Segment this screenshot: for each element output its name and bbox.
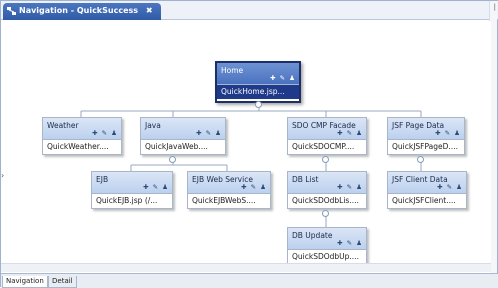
node-action-icons[interactable]: ✚ ✎ ♟: [337, 239, 363, 247]
node-action-icons[interactable]: ✚ ✎ ♟: [337, 183, 363, 191]
nav-node-weather[interactable]: Weather ✚ ✎ ♟ QuickWeather....: [42, 117, 122, 155]
node-page: QuickJSFPageD....: [392, 142, 458, 151]
nav-node-sdo-cmp-facade[interactable]: SDO CMP Facade ✚ ✎ ♟ QuickSDOCMP....: [287, 117, 367, 155]
node-page: QuickSDOCMP....: [292, 142, 355, 151]
node-name: DB Update: [292, 231, 333, 240]
nav-node-db-list[interactable]: DB List ✚ ✎ ♟ QuickSDOdbLis....: [287, 171, 367, 209]
node-action-icons[interactable]: ✚ ✎ ♟: [437, 183, 463, 191]
node-name: EJB: [96, 175, 109, 184]
node-header: Home ✚ ✎ ♟: [217, 63, 299, 85]
node-action-icons[interactable]: ✚ ✎ ♟: [270, 74, 296, 82]
nav-node-ejb[interactable]: EJB ✚ ✎ ♟ QuickEJB.jsp (/...: [91, 171, 173, 209]
close-icon[interactable]: ✖: [146, 6, 153, 15]
node-action-icons[interactable]: ✚ ✎ ♟: [196, 129, 222, 137]
node-header: EJB ✚ ✎ ♟: [92, 172, 172, 194]
node-header: JSF Page Data ✚ ✎ ♟: [388, 118, 464, 140]
editor-tab-label: Navigation - QuickSuccess: [19, 6, 139, 15]
node-name: Weather: [47, 121, 79, 130]
editor-tab-navigation[interactable]: Navigation - QuickSuccess ✖: [3, 3, 161, 20]
node-header: SDO CMP Facade ✚ ✎ ♟: [288, 118, 366, 140]
node-page: QuickJavaWeb....: [145, 142, 208, 151]
connector-handle-icon[interactable]: [255, 101, 262, 108]
navigation-diagram-canvas[interactable]: › Home ✚ ✎ ♟ QuickHome.jsp... Weather ✚ …: [1, 21, 491, 273]
node-page: QuickJSFClient....: [392, 196, 456, 205]
editor-title-bar: Navigation - QuickSuccess ✖: [1, 1, 498, 20]
tab-navigation[interactable]: Navigation: [2, 276, 48, 288]
pipe-mark-icon: |: [493, 3, 496, 11]
node-page: QuickWeather....: [47, 142, 109, 151]
nav-node-ejb-web-service[interactable]: EJB Web Service ✚ ✎ ♟ QuickEJBWebS....: [187, 171, 271, 209]
node-header: DB List ✚ ✎ ♟: [288, 172, 366, 194]
node-action-icons[interactable]: ✚ ✎ ♟: [337, 129, 363, 137]
node-name: Java: [145, 121, 161, 130]
navigation-editor-window: Navigation - QuickSuccess ✖ | › Home ✚ ✎…: [0, 0, 498, 288]
node-header: EJB Web Service ✚ ✎ ♟: [188, 172, 270, 194]
tab-detail[interactable]: Detail: [48, 276, 77, 288]
navigation-editor-icon: [7, 7, 16, 15]
node-name: DB List: [292, 175, 319, 184]
node-page: QuickEJBWebS....: [192, 196, 256, 205]
node-page: QuickSDOdbLis....: [292, 196, 359, 205]
nav-node-java[interactable]: Java ✚ ✎ ♟ QuickJavaWeb....: [140, 117, 226, 155]
connector-handle-icon[interactable]: [322, 210, 329, 217]
node-action-icons[interactable]: ✚ ✎ ♟: [143, 183, 169, 191]
node-action-icons[interactable]: ✚ ✎ ♟: [92, 129, 118, 137]
nav-node-db-update[interactable]: DB Update ✚ ✎ ♟ QuickSDOdbUp....: [287, 227, 367, 265]
nav-node-jsf-client-data[interactable]: JSF Client Data ✚ ✎ ♟ QuickJSFClient....: [387, 171, 467, 209]
nav-node-jsf-page-data[interactable]: JSF Page Data ✚ ✎ ♟ QuickJSFPageD....: [387, 117, 465, 155]
bottom-tab-bar: Navigation Detail: [1, 273, 498, 288]
node-page: QuickEJB.jsp (/...: [96, 196, 158, 205]
node-name: Home: [221, 66, 244, 75]
node-header: JSF Client Data ✚ ✎ ♟: [388, 172, 466, 194]
nav-node-home[interactable]: Home ✚ ✎ ♟ QuickHome.jsp...: [215, 61, 301, 103]
node-header: Weather ✚ ✎ ♟: [43, 118, 121, 140]
horizontal-scrollbar[interactable]: [1, 263, 491, 272]
node-action-icons[interactable]: ✚ ✎ ♟: [435, 129, 461, 137]
node-action-icons[interactable]: ✚ ✎ ♟: [241, 183, 267, 191]
connector-handle-icon[interactable]: [169, 156, 176, 163]
node-page: QuickSDOdbUp....: [292, 252, 359, 261]
node-header: Java ✚ ✎ ♟: [141, 118, 225, 140]
node-page: QuickHome.jsp...: [217, 85, 299, 99]
node-header: DB Update ✚ ✎ ♟: [288, 228, 366, 250]
connector-handle-icon[interactable]: [322, 156, 329, 163]
connector-handle-icon[interactable]: [417, 156, 424, 163]
